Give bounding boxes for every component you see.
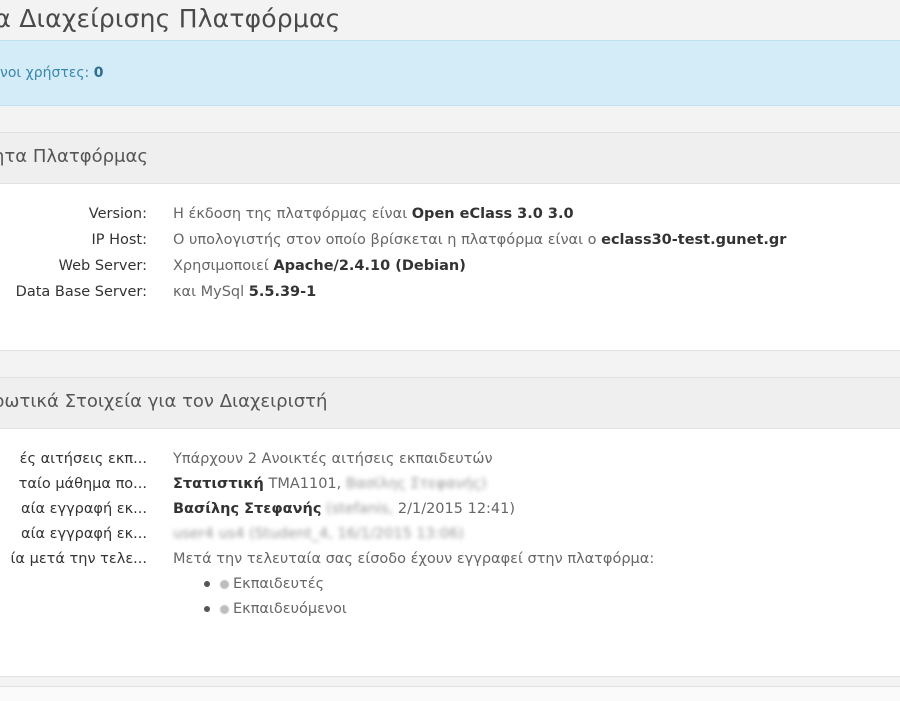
db-server-text: και MySql xyxy=(173,284,245,300)
last-teacher-date: 2/1/2015 12:41) xyxy=(397,501,516,517)
version-bold: Open eClass 3.0 3.0 xyxy=(411,206,574,222)
since-login-label: ία μετά την τελε... xyxy=(10,551,147,567)
web-server-value: Χρησιμοποιεί Apache/2.4.10 (Debian) xyxy=(173,258,466,274)
last-student-value: user4 us4 (Student_4, 16/1/2015 13:06) xyxy=(173,526,464,542)
students-label: Εκπαιδευόμενοι xyxy=(233,601,347,617)
web-server-bold: Apache/2.4.10 (Debian) xyxy=(273,258,466,274)
last-teacher-value: Βασίλης Στεφανής (stefanis, 2/1/2015 12:… xyxy=(173,501,515,517)
admin-info-panel: ρωτικά Στοιχεία για τον Διαχειριστή ές α… xyxy=(0,377,900,677)
bullet-icon xyxy=(204,581,210,587)
ip-host-value: Ο υπολογιστής στον οποίο βρίσκεται η πλα… xyxy=(173,232,786,248)
online-users-label: εμένοι χρήστες: xyxy=(0,65,90,81)
page-title: εία Διαχείρισης Πλατφόρμας xyxy=(0,4,341,33)
platform-panel-heading: ητα Πλατφόρμας xyxy=(0,133,900,184)
last-teacher-username: (stefanis, xyxy=(326,501,394,517)
ip-host-label: IP Host: xyxy=(91,232,147,248)
db-server-value: και MySql 5.5.39-1 xyxy=(173,284,316,300)
since-login-value: Μετά την τελευταία σας είσοδο έχουν εγγρ… xyxy=(173,551,655,567)
teachers-label: Εκπαιδευτές xyxy=(233,576,325,592)
online-users-text: εμένοι χρήστες: 0 xyxy=(0,65,103,81)
web-server-label: Web Server: xyxy=(58,258,147,274)
platform-panel-title: ητα Πλατφόρμας xyxy=(0,146,148,167)
version-value: Η έκδοση της πλατφόρμας είναι Open eClas… xyxy=(173,206,574,222)
open-requests-value: Υπάρχουν 2 Ανοικτές αιτήσεις εκπαιδευτών xyxy=(173,451,493,467)
ip-host-text: Ο υπολογιστής στον οποίο βρίσκεται η πλα… xyxy=(173,232,597,248)
count-badge-icon xyxy=(220,579,229,589)
ip-host-bold: eclass30-test.gunet.gr xyxy=(601,232,787,248)
platform-info-panel: ητα Πλατφόρμας Version: Η έκδοση της πλα… xyxy=(0,132,900,351)
admin-panel-title: ρωτικά Στοιχεία για τον Διαχειριστή xyxy=(0,391,328,412)
bullet-icon xyxy=(204,606,210,612)
list-item-teachers: Εκπαιδευτές xyxy=(204,576,324,592)
version-label: Version: xyxy=(88,206,147,222)
last-course-code: TMA1101, xyxy=(268,476,342,492)
admin-panel-heading: ρωτικά Στοιχεία για τον Διαχειριστή xyxy=(0,378,900,429)
next-panel-edge xyxy=(0,686,900,701)
online-users-alert: εμένοι χρήστες: 0 xyxy=(0,40,900,106)
version-text: Η έκδοση της πλατφόρμας είναι xyxy=(173,206,408,222)
db-server-label: Data Base Server: xyxy=(15,284,147,300)
last-course-value: Στατιστική TMA1101, Βασίλης Στεφανής) xyxy=(173,476,487,492)
last-student-label: αία εγγραφή εκ... xyxy=(21,526,147,542)
last-course-owner: Βασίλης Στεφανής) xyxy=(345,476,487,492)
last-student-info: user4 us4 (Student_4, 16/1/2015 13:06) xyxy=(173,526,464,542)
last-teacher-name: Βασίλης Στεφανής xyxy=(173,501,322,517)
last-course-label: ταίο μάθημα πο... xyxy=(18,476,147,492)
last-course-title: Στατιστική xyxy=(173,476,264,492)
web-server-text: Χρησιμοποιεί xyxy=(173,258,269,274)
count-badge-icon xyxy=(220,604,229,614)
last-teacher-label: αία εγγραφή εκ... xyxy=(21,501,147,517)
online-users-count: 0 xyxy=(93,65,104,81)
list-item-students: Εκπαιδευόμενοι xyxy=(204,601,347,617)
open-requests-label: ές αιτήσεις εκπ... xyxy=(19,451,147,467)
db-server-bold: 5.5.39-1 xyxy=(248,284,317,300)
